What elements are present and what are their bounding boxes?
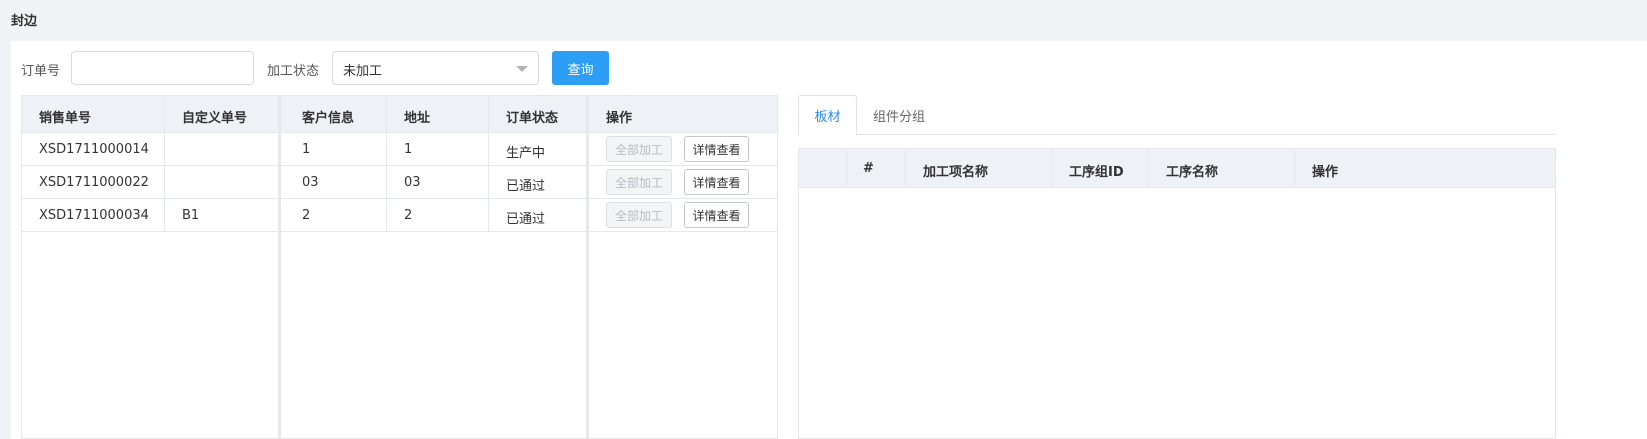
main-panel: 订单号 加工状态 未加工 查询 销售单号 自定义单号 客户信息 地址 订单状态 … bbox=[11, 41, 1647, 439]
custom-no-cell: B1 bbox=[182, 208, 200, 223]
orders-table: 销售单号 自定义单号 客户信息 地址 订单状态 操作 XSD1711000014… bbox=[21, 95, 778, 439]
table-row: XSD1711000034 B1 2 2 已通过 全部加工 详情查看 bbox=[22, 199, 777, 232]
col-process-group-id: 工序组ID bbox=[1069, 165, 1124, 180]
tab-board[interactable]: 板材 bbox=[798, 95, 857, 136]
col-status: 订单状态 bbox=[506, 111, 559, 126]
details-button[interactable]: 详情查看 bbox=[684, 169, 749, 195]
customer-cell: 1 bbox=[302, 142, 311, 157]
col-divider bbox=[905, 149, 906, 188]
order-no-label: 订单号 bbox=[21, 64, 61, 79]
col-actions: 操作 bbox=[1312, 165, 1339, 180]
sales-no-cell: XSD1711000014 bbox=[39, 142, 149, 157]
status-cell: 已通过 bbox=[506, 212, 546, 227]
col-divider bbox=[1148, 149, 1149, 188]
col-divider bbox=[1294, 149, 1295, 188]
sales-no-cell: XSD1711000022 bbox=[39, 175, 149, 190]
col-divider bbox=[1051, 149, 1052, 188]
col-address: 地址 bbox=[404, 111, 431, 126]
sales-no-cell: XSD1711000034 bbox=[39, 208, 149, 223]
status-cell: 生产中 bbox=[506, 146, 546, 161]
order-no-input[interactable] bbox=[71, 51, 254, 85]
query-button[interactable]: 查询 bbox=[552, 51, 609, 85]
col-custom-no: 自定义单号 bbox=[182, 111, 248, 126]
address-cell: 2 bbox=[404, 208, 413, 223]
col-process-name: 工序名称 bbox=[1166, 165, 1219, 180]
process-all-button[interactable]: 全部加工 bbox=[606, 202, 672, 228]
detail-table: # 加工项名称 工序组ID 工序名称 操作 bbox=[798, 148, 1556, 439]
customer-cell: 03 bbox=[302, 175, 319, 190]
address-cell: 03 bbox=[404, 175, 421, 190]
detail-tabs: 板材 组件分组 bbox=[798, 95, 1556, 136]
col-actions: 操作 bbox=[606, 111, 633, 126]
table-row: XSD1711000022 03 03 已通过 全部加工 详情查看 bbox=[22, 166, 777, 199]
status-select[interactable]: 未加工 bbox=[332, 51, 539, 85]
col-divider bbox=[846, 149, 847, 188]
process-all-button[interactable]: 全部加工 bbox=[606, 136, 672, 162]
detail-table-header: # 加工项名称 工序组ID 工序名称 操作 bbox=[799, 149, 1555, 188]
orders-table-header: 销售单号 自定义单号 客户信息 地址 订单状态 操作 bbox=[22, 96, 777, 133]
process-all-button[interactable]: 全部加工 bbox=[606, 169, 672, 195]
table-row: XSD1711000014 1 1 生产中 全部加工 详情查看 bbox=[22, 133, 777, 166]
status-label: 加工状态 bbox=[267, 64, 320, 79]
customer-cell: 2 bbox=[302, 208, 311, 223]
page-title: 封边 bbox=[11, 14, 38, 29]
status-cell: 已通过 bbox=[506, 179, 546, 194]
chevron-down-icon bbox=[516, 66, 528, 72]
search-bar: 订单号 加工状态 未加工 查询 bbox=[11, 41, 1647, 95]
details-button[interactable]: 详情查看 bbox=[684, 202, 749, 228]
address-cell: 1 bbox=[404, 142, 413, 157]
details-button[interactable]: 详情查看 bbox=[684, 136, 749, 162]
tab-component-group[interactable]: 组件分组 bbox=[857, 95, 941, 135]
col-sales-no: 销售单号 bbox=[39, 111, 92, 126]
col-process-item-name: 加工项名称 bbox=[923, 165, 989, 180]
col-index: # bbox=[863, 161, 874, 176]
col-customer: 客户信息 bbox=[302, 111, 355, 126]
status-select-value: 未加工 bbox=[343, 64, 383, 79]
